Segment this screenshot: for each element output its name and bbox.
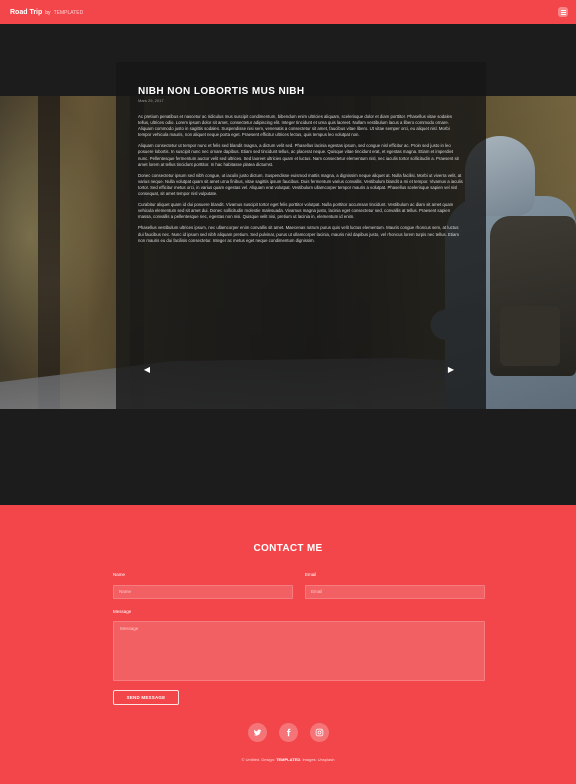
site-title[interactable]: Road Trip — [10, 9, 42, 16]
copyright-prefix: © Untitled. Design: — [241, 757, 275, 762]
message-textarea[interactable]: Message — [113, 621, 485, 681]
post-title: NIBH NON LOBORTIS MUS NIBH — [138, 86, 305, 97]
menu-icon[interactable] — [558, 7, 568, 17]
name-label: Name — [113, 572, 126, 577]
email-input[interactable]: Email — [305, 585, 485, 599]
instagram-icon[interactable] — [309, 723, 329, 742]
social-links — [0, 723, 576, 742]
contact-heading: CONTACT ME — [253, 543, 323, 554]
section-spacer — [0, 409, 576, 505]
facebook-icon[interactable] — [278, 723, 298, 742]
copyright-brand-link[interactable]: TEMPLATED — [276, 757, 300, 762]
copyright-suffix: . Images: Unsplash — [300, 757, 335, 762]
post-paragraph: Curabitur aliquet quam id dui posuere bl… — [138, 202, 454, 220]
site-by: by — [45, 9, 51, 16]
message-label: Message — [113, 609, 132, 614]
twitter-icon[interactable] — [247, 723, 267, 742]
post-date: Mars 29, 2017 — [138, 98, 164, 103]
post-panel: NIBH NON LOBORTIS MUS NIBH Mars 29, 2017… — [116, 62, 486, 436]
contact-section: CONTACT ME Name Name Email Email Message… — [0, 505, 576, 784]
send-message-button[interactable]: SEND MESSAGE — [113, 690, 179, 705]
next-arrow-icon[interactable]: ▶ — [446, 365, 456, 375]
site-brand[interactable]: Road Trip by TEMPLATED — [10, 9, 83, 16]
tree-trunk — [38, 96, 60, 409]
post-paragraph: Donec consectetur ipsum sed nibh congue,… — [138, 172, 463, 197]
name-input[interactable]: Name — [113, 585, 293, 599]
post-paragraph: Aliquam consectetur ut tempor nunc et fe… — [138, 143, 459, 167]
copyright: © Untitled. Design: TEMPLATED. Images: U… — [0, 757, 576, 762]
previous-arrow-icon[interactable]: ◀ — [142, 365, 152, 375]
post-paragraph: Phasellus vestibulum ultrices ipsum, nec… — [138, 225, 459, 243]
email-label: Email — [305, 572, 317, 577]
post-paragraph: Ac pretium penatibus et nascetur ac ridi… — [138, 114, 453, 138]
post-body: Ac pretium penatibus et nascetur ac ridi… — [138, 114, 464, 249]
top-nav-bar: Road Trip by TEMPLATED — [0, 0, 576, 24]
site-author[interactable]: TEMPLATED — [54, 10, 84, 16]
